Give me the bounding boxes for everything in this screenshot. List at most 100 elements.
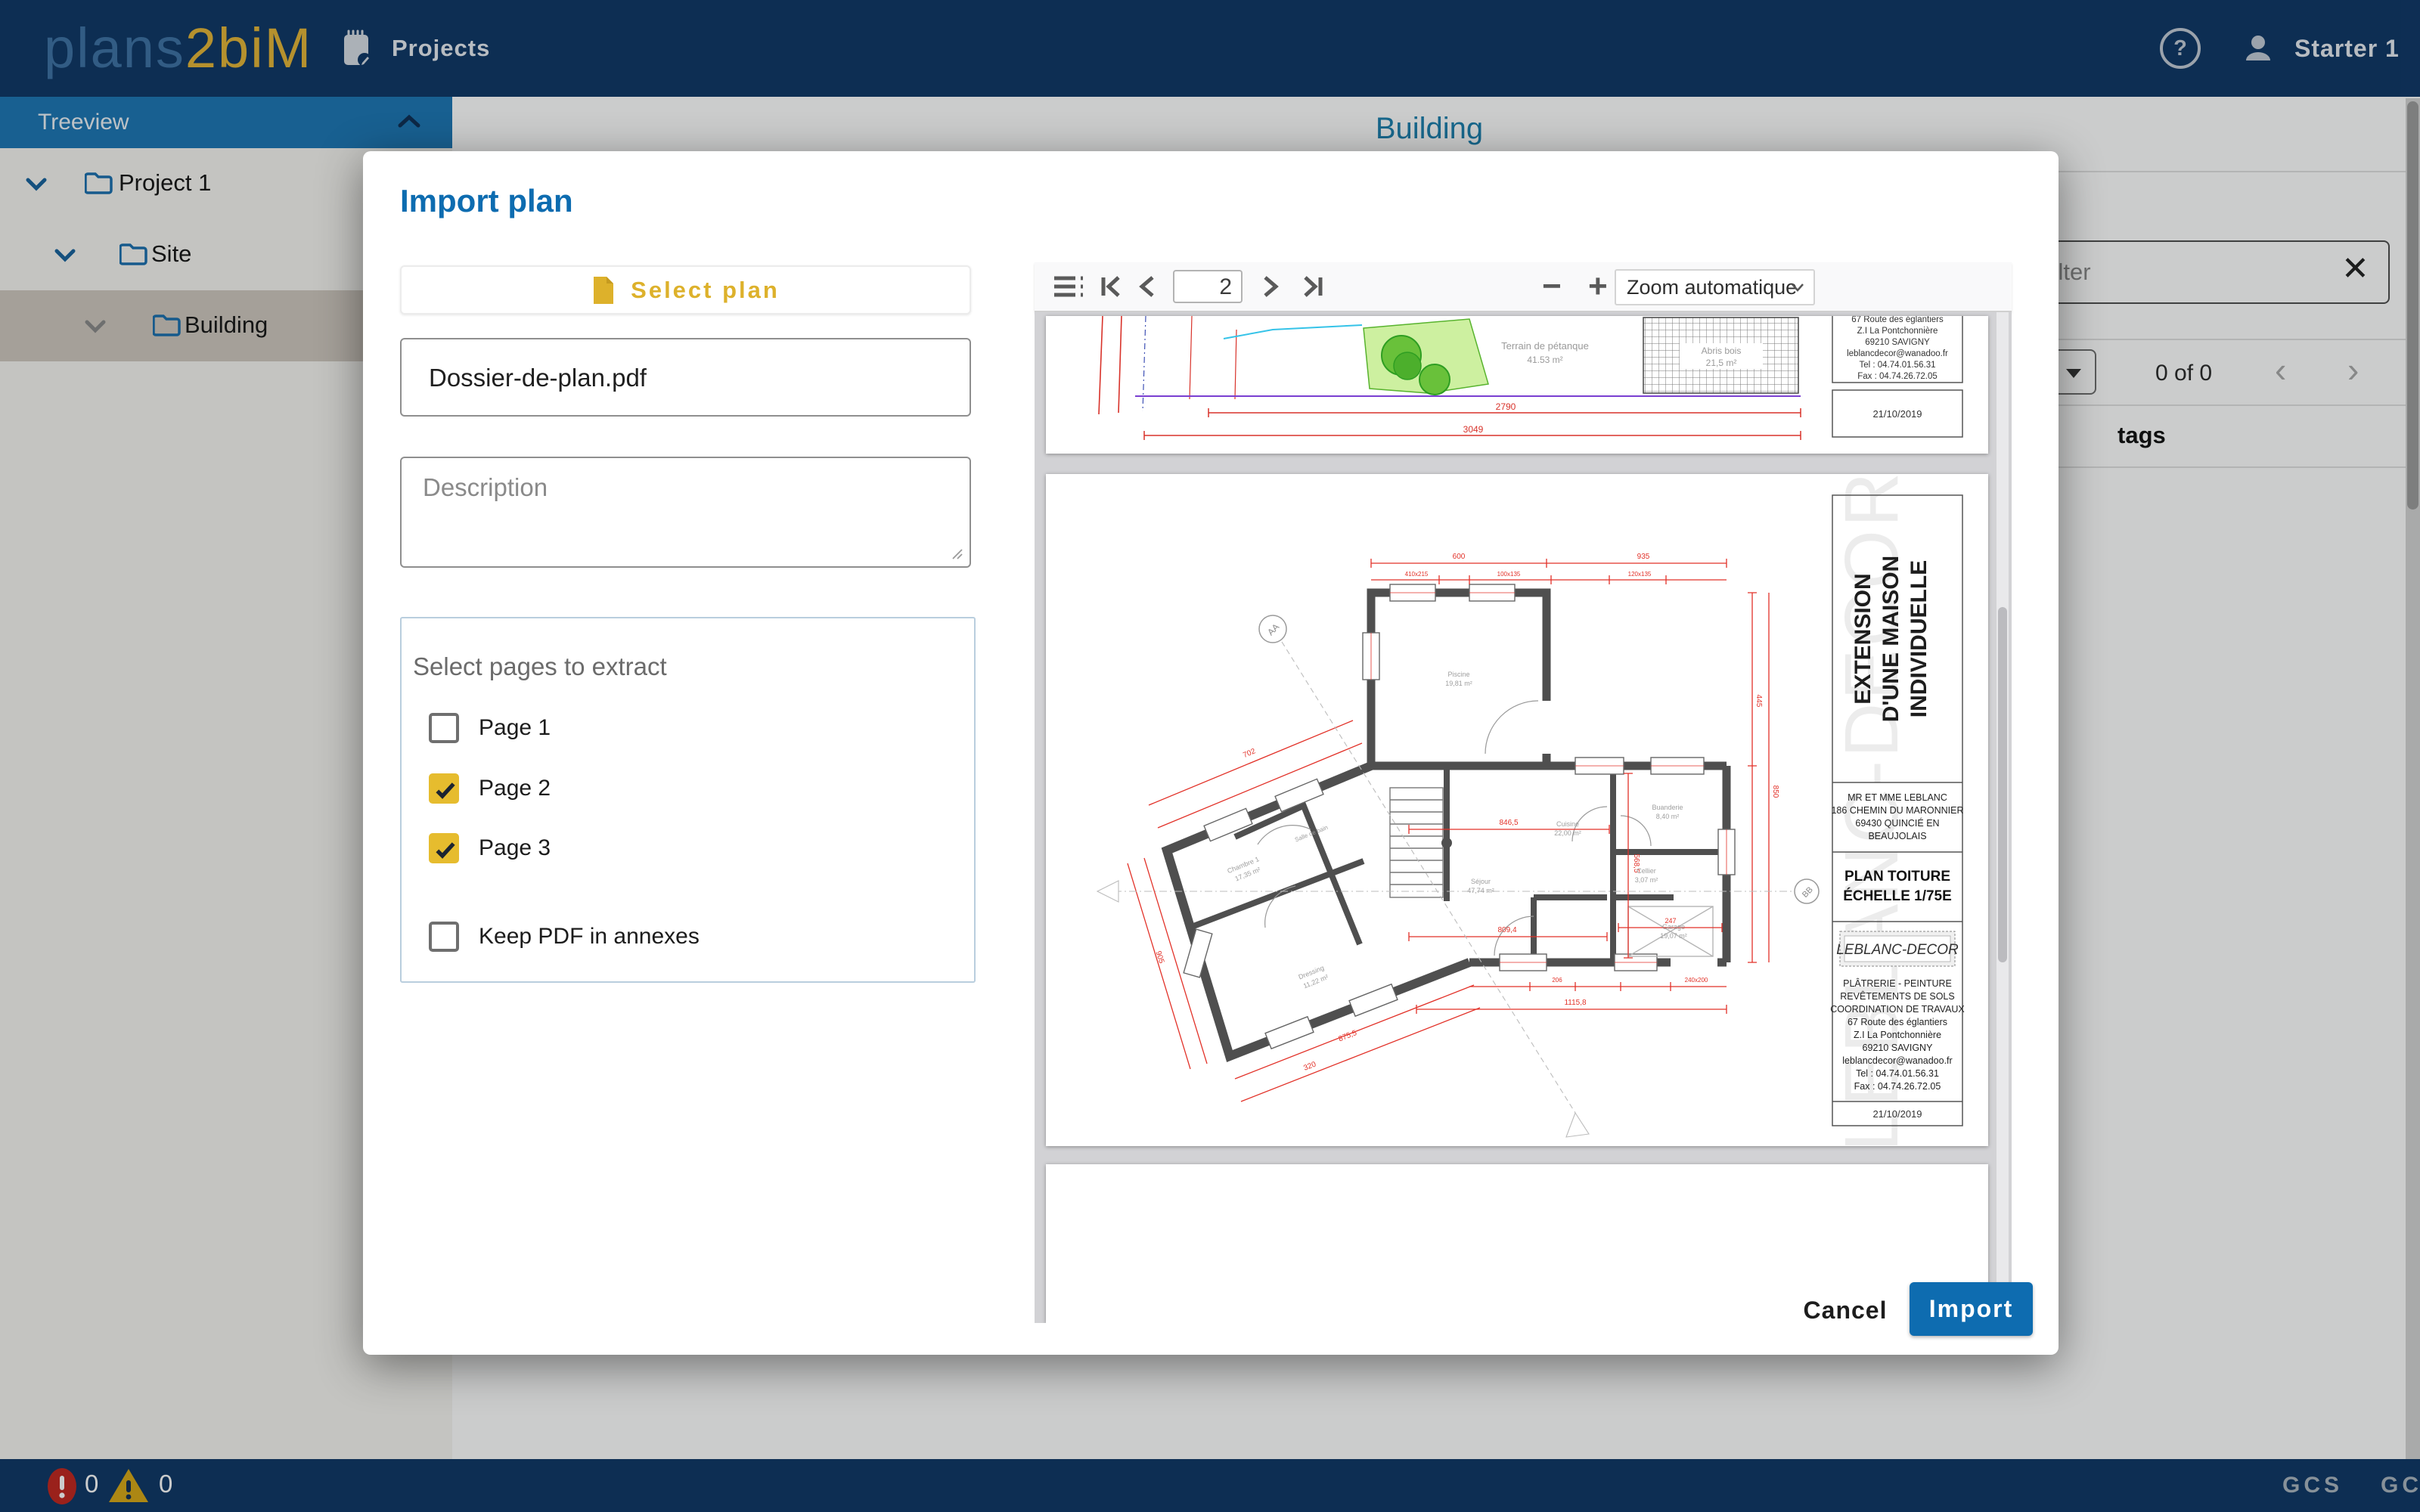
previous-page-button[interactable]	[1137, 262, 1156, 311]
import-label: Import	[1929, 1295, 2014, 1323]
svg-text:8,40 m²: 8,40 m²	[1656, 813, 1680, 820]
plan-name-field[interactable]	[400, 338, 971, 417]
svg-text:67 Route des églantiers: 67 Route des églantiers	[1851, 316, 1944, 324]
page-number-field[interactable]	[1173, 270, 1243, 303]
svg-text:leblancdecor@wanadoo.fr: leblancdecor@wanadoo.fr	[1847, 349, 1948, 358]
floor-plan-drawing: 600 935 410x215 100x135 120x135 445 850 …	[1046, 474, 1988, 1146]
pdf-page-2: 600 935 410x215 100x135 120x135 445 850 …	[1046, 474, 1988, 1146]
svg-text:D'UNE MAISON: D'UNE MAISON	[1879, 556, 1903, 722]
page-2-row: Page 2	[363, 773, 939, 804]
svg-text:47,74 m²: 47,74 m²	[1467, 887, 1494, 894]
zoom-mode-select[interactable]: Zoom automatique	[1615, 269, 1815, 305]
toggle-sidebar-button[interactable]	[1053, 262, 1084, 311]
file-icon	[591, 275, 616, 305]
chevron-down-icon	[1791, 283, 1804, 292]
last-page-icon	[1299, 274, 1325, 299]
svg-text:leblancdecor@wanadoo.fr: leblancdecor@wanadoo.fr	[1842, 1055, 1952, 1066]
room-labels: Piscine 19,81 m² Séjour 47,74 m² Cuisine22…	[1226, 671, 1686, 990]
minus-icon: −	[1542, 268, 1562, 305]
svg-text:Buanderie: Buanderie	[1652, 804, 1683, 811]
first-page-button[interactable]	[1099, 262, 1125, 311]
keep-pdf-checkbox[interactable]	[429, 922, 459, 952]
dialog-title: Import plan	[400, 183, 573, 219]
company-logo-text: LEBLANC-DECOR	[1836, 942, 1959, 958]
page-2-checkbox[interactable]	[429, 773, 459, 804]
svg-text:67 Route des églantiers: 67 Route des églantiers	[1848, 1017, 1947, 1027]
svg-text:PLAN TOITURE: PLAN TOITURE	[1844, 869, 1950, 885]
svg-text:320: 320	[1302, 1060, 1317, 1072]
svg-text:206: 206	[1552, 977, 1562, 984]
svg-text:846,5: 846,5	[1499, 819, 1518, 827]
page-3-label: Page 3	[479, 833, 551, 863]
svg-text:Piscine: Piscine	[1447, 671, 1469, 678]
page-3-checkbox[interactable]	[429, 833, 459, 863]
select-plan-label: Select plan	[631, 277, 780, 304]
svg-text:BEAUJOLAIS: BEAUJOLAIS	[1868, 831, 1926, 841]
svg-text:Garage: Garage	[1662, 923, 1685, 931]
svg-text:69210 SAVIGNY: 69210 SAVIGNY	[1863, 1043, 1934, 1053]
chevron-right-icon	[1262, 274, 1280, 299]
terrain-area: 41.53 m²	[1527, 355, 1562, 365]
page1-date: 21/10/2019	[1872, 408, 1922, 420]
svg-text:905: 905	[1154, 950, 1166, 965]
cancel-button[interactable]: Cancel	[1796, 1289, 1894, 1331]
description-input[interactable]	[421, 472, 954, 554]
svg-text:EXTENSION: EXTENSION	[1851, 573, 1876, 704]
svg-text:1115,8: 1115,8	[1564, 999, 1587, 1007]
svg-text:Cellier: Cellier	[1637, 867, 1656, 875]
svg-text:ÉCHELLE 1/75E: ÉCHELLE 1/75E	[1843, 888, 1952, 904]
svg-text:PLÂTRERIE - PEINTURE: PLÂTRERIE - PEINTURE	[1843, 978, 1952, 989]
site-plan-drawing: Terrain de pétanque 41.53 m² Abris bois …	[1046, 316, 1988, 454]
zoom-mode-value: Zoom automatique	[1627, 276, 1797, 299]
pdf-scrollbar[interactable]	[1996, 312, 2009, 1323]
terrain-label: Terrain de pétanque	[1501, 340, 1589, 352]
page1-title-block: 67 Route des églantiers Z.I La Pontchonn…	[1832, 316, 1962, 437]
plus-icon: +	[1588, 268, 1608, 305]
svg-text:186 CHEMIN DU MARONNIER: 186 CHEMIN DU MARONNIER	[1831, 805, 1963, 816]
zoom-out-button[interactable]: −	[1542, 262, 1562, 311]
pdf-scrollbar-thumb[interactable]	[1998, 607, 2007, 962]
svg-text:69430 QUINCIÉ EN: 69430 QUINCIÉ EN	[1855, 817, 1939, 829]
check-icon	[433, 838, 458, 862]
svg-text:19,81 m²: 19,81 m²	[1445, 680, 1472, 687]
page2-title-block: LEBLANC-DECOR EXTENSION D'UNE MAISON IND…	[1829, 474, 1965, 1146]
page-number-input[interactable]	[1177, 273, 1233, 302]
svg-text:Séjour: Séjour	[1471, 878, 1491, 885]
app-window: plans2biM Projects ? Starter 1 Treeview	[0, 0, 2420, 1512]
page-1-checkbox[interactable]	[429, 713, 459, 743]
svg-text:100x135: 100x135	[1497, 571, 1521, 578]
svg-text:22,00 m²: 22,00 m²	[1554, 829, 1581, 837]
svg-text:69210 SAVIGNY: 69210 SAVIGNY	[1865, 338, 1930, 347]
svg-text:Tel : 04.74.01.56.31: Tel : 04.74.01.56.31	[1859, 361, 1935, 370]
svg-text:Cuisine: Cuisine	[1556, 820, 1579, 828]
svg-text:Z.I La Pontchonnière: Z.I La Pontchonnière	[1854, 1030, 1941, 1040]
first-page-icon	[1099, 274, 1125, 299]
description-field[interactable]	[400, 457, 971, 568]
dimension-label: 3049	[1463, 424, 1484, 435]
next-page-button[interactable]	[1262, 262, 1280, 311]
svg-text:Fax : 04.74.26.72.05: Fax : 04.74.26.72.05	[1857, 372, 1938, 381]
pdf-viewer[interactable]: Terrain de pétanque 41.53 m² Abris bois …	[1035, 312, 2012, 1323]
select-plan-button[interactable]: Select plan	[400, 265, 971, 314]
svg-text:Z.I La Pontchonnière: Z.I La Pontchonnière	[1857, 327, 1938, 336]
dimension-label: 2790	[1496, 401, 1516, 412]
page-1-row: Page 1	[363, 713, 939, 743]
keep-pdf-row: Keep PDF in annexes	[363, 922, 939, 952]
svg-text:COORDINATION DE TRAVAUX: COORDINATION DE TRAVAUX	[1830, 1004, 1965, 1015]
chevron-left-icon	[1137, 274, 1156, 299]
svg-text:3,07 m²: 3,07 m²	[1635, 876, 1658, 884]
svg-text:Tel : 04.74.01.56.31: Tel : 04.74.01.56.31	[1856, 1068, 1939, 1079]
last-page-button[interactable]	[1299, 262, 1325, 311]
svg-text:Fax : 04.74.26.72.05: Fax : 04.74.26.72.05	[1854, 1081, 1941, 1092]
abris-area: 21,5 m²	[1706, 358, 1737, 368]
page2-date: 21/10/2019	[1872, 1108, 1922, 1120]
resize-handle-icon[interactable]	[950, 547, 963, 560]
page-2-label: Page 2	[479, 773, 551, 804]
plan-name-input[interactable]	[427, 345, 952, 411]
import-button[interactable]: Import	[1910, 1282, 2033, 1336]
zoom-in-button[interactable]: +	[1588, 262, 1608, 311]
keep-pdf-label: Keep PDF in annexes	[479, 922, 700, 952]
svg-text:600: 600	[1453, 553, 1466, 561]
svg-text:REVÊTEMENTS DE SOLS: REVÊTEMENTS DE SOLS	[1840, 990, 1954, 1002]
svg-text:702: 702	[1242, 747, 1257, 760]
